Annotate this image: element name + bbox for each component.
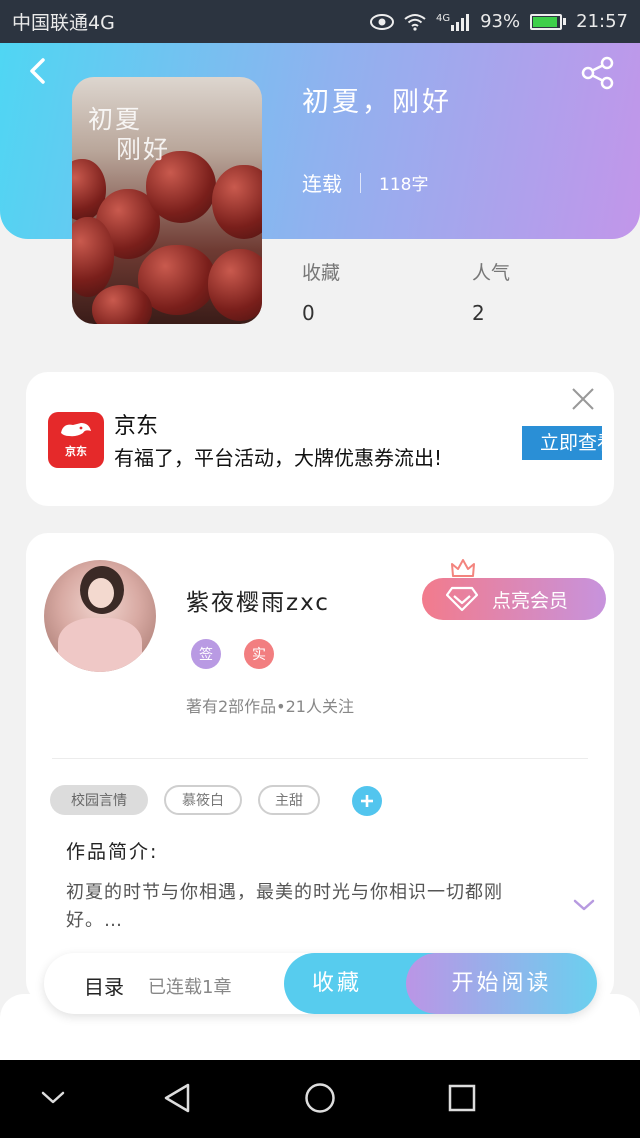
book-cover[interactable]: 初夏 刚好	[72, 77, 262, 324]
add-tag-button[interactable]	[352, 786, 382, 816]
status-bar: 中国联通4G 4G 93% 21:57	[0, 0, 640, 43]
square-recents-icon	[448, 1084, 476, 1112]
author-avatar[interactable]	[44, 560, 156, 672]
avatar-face	[88, 578, 114, 608]
close-icon	[572, 388, 594, 410]
cover-title: 初夏 刚好	[88, 105, 170, 165]
section-divider	[52, 758, 588, 759]
strawberry-image	[212, 165, 262, 239]
tag-label: 校园言情	[71, 793, 127, 809]
avatar-dress	[58, 618, 142, 672]
jd-logo: 京东	[48, 412, 104, 468]
signal-icon: 4G	[436, 13, 470, 31]
tag-item[interactable]: 主甜	[258, 785, 320, 815]
crown-icon	[451, 559, 475, 577]
jd-logo-text: 京东	[65, 445, 87, 458]
chevron-down-icon	[573, 899, 595, 911]
bottom-action-bar: 目录 已连载1章 收藏 开始阅读	[44, 953, 597, 1014]
jd-dog-icon	[61, 423, 91, 437]
strawberry-image	[208, 249, 262, 321]
wifi-icon	[404, 13, 426, 31]
nav-back-button[interactable]	[162, 1082, 192, 1118]
favorites-stat: 收藏 0	[302, 258, 340, 325]
vip-button[interactable]: 点亮会员	[422, 578, 606, 620]
author-stats: 著有2部作品•21人关注	[186, 697, 354, 716]
book-meta: 连载 118字	[302, 168, 428, 197]
favorites-count: 0	[302, 301, 315, 325]
chapter-count: 已连载1章	[148, 977, 232, 998]
popularity-label: 人气	[472, 262, 511, 284]
word-count: 118字	[379, 175, 429, 195]
back-button[interactable]	[24, 56, 54, 86]
popularity-stat: 人气 2	[472, 258, 510, 325]
vip-button-label: 点亮会员	[492, 589, 569, 612]
battery-icon	[530, 13, 567, 30]
tag-item[interactable]: 校园言情	[50, 785, 148, 815]
ad-cta-button[interactable]: 立即查看	[522, 426, 602, 460]
system-nav-bar	[0, 1060, 640, 1138]
triangle-back-icon	[164, 1083, 190, 1113]
circle-home-icon	[305, 1083, 335, 1113]
intro-label: 作品简介:	[66, 841, 159, 863]
serial-status: 连载	[302, 172, 342, 196]
signed-badge: 签	[191, 639, 221, 669]
toc-button[interactable]: 目录	[84, 971, 124, 1000]
cover-title-line2: 刚好	[116, 135, 171, 164]
tag-item[interactable]: 慕筱白	[164, 785, 242, 815]
cover-title-line1: 初夏	[88, 105, 143, 134]
nav-recents-button[interactable]	[448, 1084, 476, 1116]
book-title: 初夏，刚好	[302, 87, 452, 118]
nav-hide-button[interactable]	[40, 1090, 66, 1110]
diamond-icon	[446, 586, 478, 612]
nav-home-button[interactable]	[304, 1082, 336, 1118]
tag-label: 主甜	[275, 793, 303, 809]
author-card: 紫夜樱雨zxc 签 实 著有2部作品•21人关注 点亮会员 校园言情 慕筱白 主…	[26, 533, 614, 1003]
status-icons: 4G 93% 21:57	[369, 11, 628, 32]
chevron-down-icon	[41, 1091, 65, 1104]
meta-divider	[360, 172, 361, 193]
verified-badge-text: 实	[252, 647, 266, 663]
verified-badge: 实	[244, 639, 274, 669]
strawberry-image	[72, 217, 114, 297]
author-name[interactable]: 紫夜樱雨zxc	[186, 583, 330, 617]
popularity-count: 2	[472, 301, 485, 325]
start-reading-button[interactable]: 开始阅读	[406, 953, 597, 1014]
intro-text: 初夏的时节与你相遇，最美的时光与你相识一切都刚好。…	[66, 882, 503, 931]
carrier-label: 中国联通4G	[12, 12, 115, 34]
ad-close-button[interactable]	[570, 386, 596, 412]
battery-percent: 93%	[480, 11, 521, 32]
ad-brand-name: 京东	[114, 414, 159, 439]
network-type-label: 4G	[435, 12, 451, 24]
share-button[interactable]	[580, 56, 616, 90]
plus-icon	[361, 795, 373, 807]
strawberry-image	[92, 285, 152, 324]
eye-icon	[369, 13, 394, 30]
ad-description: 有福了，平台活动，大牌优惠券流出!	[114, 446, 443, 470]
favorites-label: 收藏	[302, 262, 341, 284]
tag-label: 慕筱白	[182, 793, 224, 809]
share-icon	[581, 56, 614, 90]
clock: 21:57	[576, 11, 628, 32]
expand-intro-button[interactable]	[572, 897, 596, 913]
signed-badge-text: 签	[199, 647, 213, 663]
ad-banner[interactable]: 京东 京东 有福了，平台活动，大牌优惠券流出! 立即查看	[26, 372, 614, 506]
back-arrow-icon	[30, 58, 45, 84]
